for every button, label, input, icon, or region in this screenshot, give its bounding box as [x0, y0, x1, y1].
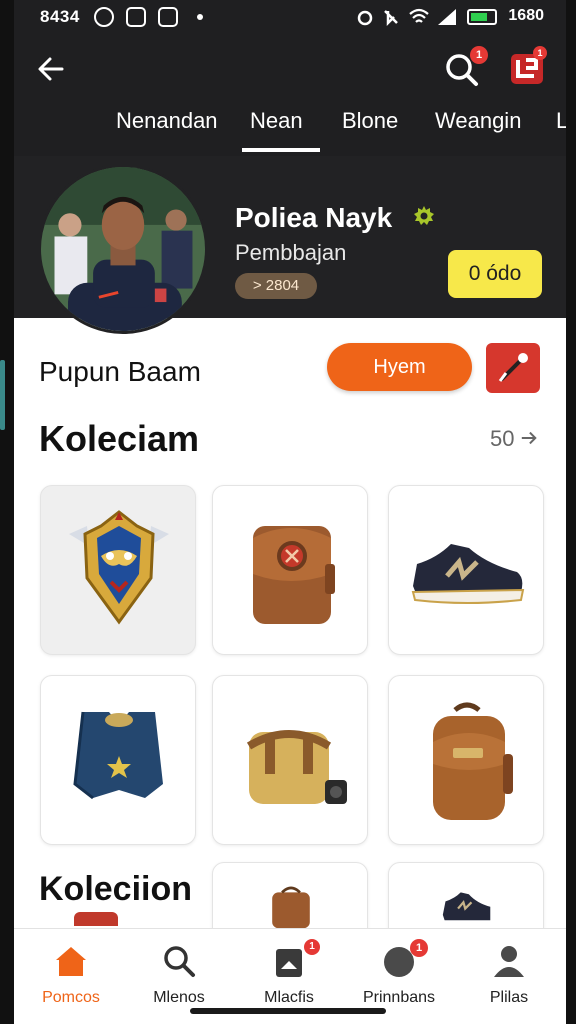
bag-icon — [276, 949, 302, 977]
profile-action-button[interactable]: 0 ódo — [448, 250, 542, 298]
status-app-icon — [94, 7, 114, 27]
app-logo-button[interactable]: 1 — [508, 46, 548, 88]
status-time: 8434 — [40, 7, 80, 26]
profile-pill: > 2804 — [235, 273, 317, 299]
battery-icon — [467, 9, 497, 25]
player-photo — [41, 167, 205, 331]
tab-weangin[interactable]: Weangin — [435, 108, 521, 134]
camera-bag-icon — [246, 730, 347, 804]
home-indicator[interactable] — [190, 1008, 386, 1014]
side-edge-handle — [0, 360, 5, 430]
nav-profile[interactable]: Plilas — [454, 929, 564, 1024]
backpack-icon — [433, 702, 513, 820]
partial-item-icon — [74, 912, 118, 926]
nav-circle-badge: 1 — [410, 939, 428, 957]
edit-button[interactable] — [486, 343, 540, 393]
profile-subtitle: Pembbajan — [235, 240, 347, 265]
profile-name: Poliea Nayk — [235, 202, 393, 233]
search-icon — [164, 946, 195, 977]
phone-frame: 8434 1680 1 1 Nenandan Nean Blone Weangi… — [0, 0, 576, 1024]
tab-more[interactable]: L — [556, 108, 566, 134]
status-app-icon — [158, 7, 178, 27]
collection-count: 50 — [490, 426, 515, 451]
profile-banner: Poliea Nayk Pembbajan > 2804 0 ódo — [14, 156, 566, 334]
nav-label-circle: Prinnbans — [362, 989, 436, 1006]
alarm-icon — [357, 10, 373, 26]
status-app-icon — [126, 7, 146, 27]
mask-emblem-icon — [69, 510, 169, 625]
collection-item-card[interactable] — [212, 675, 368, 845]
leather-pouch-icon — [253, 526, 335, 624]
search-badge: 1 — [470, 46, 488, 64]
status-bar: 8434 1680 — [14, 0, 566, 34]
blue-vest-icon — [73, 711, 163, 800]
app-header: 1 1 Nenandan Nean Blone Weangin L — [14, 34, 566, 156]
tab-blone[interactable]: Blone — [342, 108, 398, 134]
tab-nenandan[interactable]: Nenandan — [116, 108, 218, 134]
collection-item-card[interactable] — [388, 485, 544, 655]
wifi-icon — [409, 8, 429, 23]
collection-item-card[interactable] — [388, 675, 544, 845]
status-dot-icon — [197, 14, 203, 20]
active-tab-indicator — [242, 148, 320, 152]
collection-title: Koleciam — [39, 418, 200, 459]
screen: 8434 1680 1 1 Nenandan Nean Blone Weangi… — [14, 0, 566, 1024]
user-icon — [494, 946, 524, 977]
nav-label-search: Mlenos — [153, 989, 205, 1006]
avatar[interactable] — [38, 164, 208, 334]
nav-label-bag: Mlacfis — [264, 989, 314, 1006]
nav-home[interactable]: Pomcos — [16, 929, 126, 1024]
collection-item-card[interactable] — [40, 485, 196, 655]
signal-icon — [438, 9, 456, 25]
collection-section-title: Koleciion — [39, 870, 193, 908]
collection-item-card[interactable] — [212, 485, 368, 655]
sneaker-icon — [411, 544, 525, 604]
collection-item-card[interactable] — [40, 675, 196, 845]
nav-label-profile: Plilas — [489, 989, 529, 1006]
tab-bar: Nenandan Nean Blone Weangin L — [14, 104, 566, 156]
collection-see-all[interactable]: 50 — [490, 426, 550, 454]
home-icon — [56, 947, 86, 976]
search-button[interactable]: 1 — [442, 46, 488, 88]
app-badge: 1 — [533, 46, 547, 60]
nav-bag-badge: 1 — [304, 939, 320, 955]
primary-action-button[interactable]: Hyem — [327, 343, 472, 391]
mute-icon — [384, 10, 398, 26]
status-right-text: 1680 — [508, 7, 544, 24]
tab-nean[interactable]: Nean — [250, 108, 303, 134]
back-arrow-icon[interactable] — [34, 52, 68, 86]
verified-gear-icon — [414, 206, 434, 225]
nav-label-home: Pomcos — [42, 989, 100, 1006]
pen-icon — [498, 353, 528, 382]
section-subtitle: Pupun Baam — [39, 356, 201, 387]
arrow-right-icon — [521, 431, 537, 445]
